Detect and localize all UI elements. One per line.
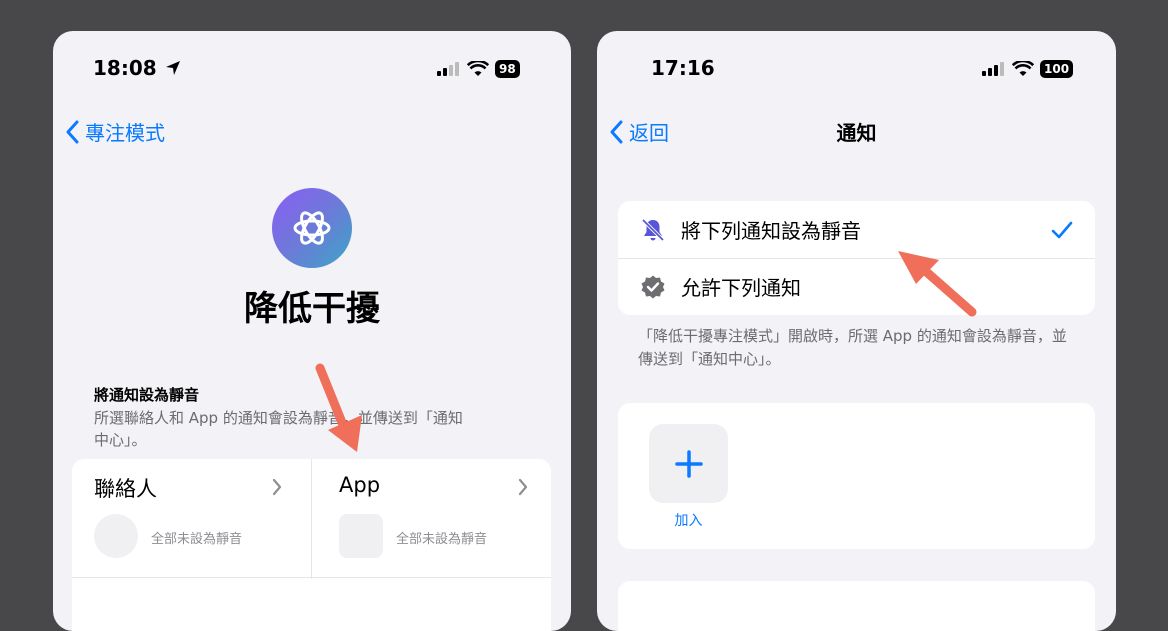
arrow-left-annotation	[315, 363, 362, 452]
arrow-right-annotation	[898, 251, 977, 317]
annotation-arrows	[315, 251, 977, 452]
